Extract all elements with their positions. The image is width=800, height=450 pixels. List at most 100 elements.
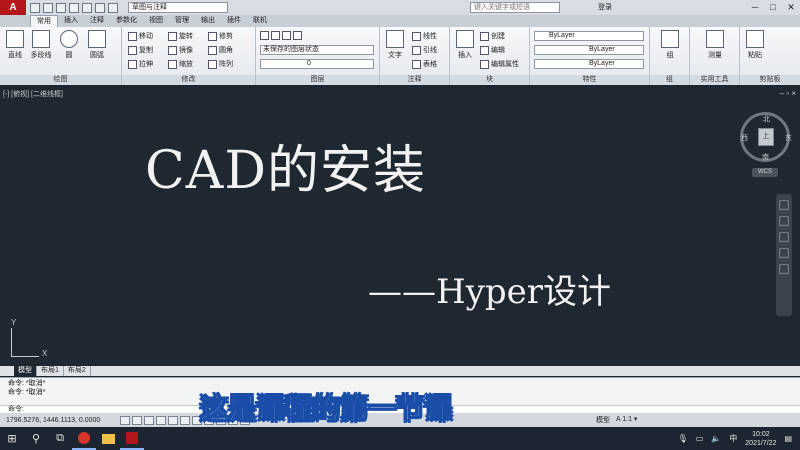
- tab-output[interactable]: 输出: [195, 15, 221, 27]
- move-tool[interactable]: 移动: [128, 31, 153, 41]
- current-layer-select[interactable]: 0: [260, 59, 374, 69]
- edit-block-tool[interactable]: 编辑: [480, 45, 505, 55]
- tab-layout2[interactable]: 布局2: [64, 366, 91, 376]
- draw-panel-title[interactable]: 绘图: [0, 75, 121, 85]
- copy-tool[interactable]: 复制: [128, 45, 153, 55]
- text-tool[interactable]: 文字: [382, 30, 408, 60]
- print-icon[interactable]: [82, 2, 92, 13]
- viewport-label[interactable]: [-] [俯视] [二维线框]: [3, 89, 63, 99]
- application-menu-button[interactable]: A: [0, 0, 26, 15]
- search-icon[interactable]: ⚲: [24, 427, 48, 450]
- save-as-icon[interactable]: [69, 2, 79, 13]
- layer-state-select[interactable]: 未保存的图层状态: [260, 45, 374, 55]
- stretch-tool[interactable]: 拉伸: [128, 59, 153, 69]
- tab-plugins[interactable]: 插件: [221, 15, 247, 27]
- zoom-icon[interactable]: [779, 232, 789, 242]
- paste-tool[interactable]: 粘贴: [742, 30, 768, 60]
- viewcube-north[interactable]: 北: [763, 114, 770, 124]
- group-panel-title[interactable]: 组: [650, 75, 689, 85]
- ortho-mode-icon[interactable]: [156, 415, 166, 425]
- infer-constraints-icon[interactable]: [120, 415, 130, 425]
- viewcube-top-face[interactable]: 上: [758, 128, 774, 146]
- edit-attributes-tool[interactable]: 编辑属性: [480, 59, 519, 69]
- group-tool[interactable]: 组: [657, 30, 683, 60]
- maximize-button[interactable]: □: [764, 0, 782, 15]
- linear-dim-tool[interactable]: 线性: [412, 31, 437, 41]
- volume-icon[interactable]: 🔈: [711, 434, 721, 443]
- workspace-select[interactable]: 草图与注释: [128, 2, 228, 13]
- polyline-tool[interactable]: 多段线: [28, 30, 54, 60]
- polar-tracking-icon[interactable]: [168, 415, 178, 425]
- tab-annotate[interactable]: 注释: [84, 15, 110, 27]
- file-explorer-icon[interactable]: [96, 427, 120, 450]
- new-icon[interactable]: [30, 2, 40, 13]
- screen-recorder-icon[interactable]: [72, 427, 96, 450]
- create-block-tool[interactable]: 创建: [480, 31, 505, 41]
- clipboard-panel-title[interactable]: 剪贴板: [740, 75, 800, 85]
- autocad-taskbar-icon[interactable]: [120, 427, 144, 450]
- circle-tool[interactable]: 圆: [56, 30, 82, 60]
- lineweight-select[interactable]: ByLayer: [534, 59, 644, 69]
- signin-link[interactable]: 登录: [598, 2, 612, 12]
- pan-icon[interactable]: [779, 216, 789, 226]
- tab-layout1[interactable]: 布局1: [37, 366, 64, 376]
- object-snap-icon[interactable]: [180, 415, 190, 425]
- network-icon[interactable]: ▭: [696, 434, 704, 443]
- arc-tool[interactable]: 圆弧: [84, 30, 110, 60]
- tab-view[interactable]: 视图: [143, 15, 169, 27]
- close-button[interactable]: ✕: [782, 0, 800, 15]
- snap-mode-icon[interactable]: [132, 415, 142, 425]
- modify-panel-title[interactable]: 修改: [122, 75, 255, 85]
- mirror-tool[interactable]: 镜像: [168, 45, 193, 55]
- model-space-button[interactable]: 模型: [596, 415, 610, 425]
- tab-online[interactable]: 联机: [247, 15, 273, 27]
- line-tool[interactable]: 直线: [2, 30, 28, 60]
- properties-panel-title[interactable]: 特性: [530, 75, 649, 85]
- minimize-button[interactable]: ─: [746, 0, 764, 15]
- clock[interactable]: 10:02 2021/7/22: [745, 430, 776, 448]
- tab-insert[interactable]: 插入: [58, 15, 84, 27]
- scale-tool[interactable]: 缩放: [168, 59, 193, 69]
- viewcube[interactable]: 北 西 东 南 上: [740, 112, 792, 162]
- undo-icon[interactable]: [95, 2, 105, 13]
- tab-model[interactable]: 模型: [14, 366, 37, 376]
- ime-indicator[interactable]: 中: [729, 433, 737, 444]
- viewcube-west[interactable]: 西: [741, 133, 748, 143]
- viewport-controls[interactable]: – ▫ ×: [780, 89, 796, 98]
- layers-panel-title[interactable]: 图层: [256, 75, 379, 85]
- annotation-panel-title[interactable]: 注释: [380, 75, 449, 85]
- layer-properties-tool[interactable]: [260, 31, 302, 40]
- open-icon[interactable]: [43, 2, 53, 13]
- tab-parametric[interactable]: 参数化: [110, 15, 143, 27]
- linetype-select[interactable]: ByLayer: [534, 45, 644, 55]
- microphone-icon[interactable]: 🎙: [678, 434, 688, 443]
- orbit-icon[interactable]: [779, 248, 789, 258]
- table-tool[interactable]: 表格: [412, 59, 437, 69]
- viewcube-east[interactable]: 东: [785, 133, 792, 143]
- measure-tool[interactable]: 测量: [702, 30, 728, 60]
- trim-tool[interactable]: 修剪: [208, 31, 233, 41]
- array-tool[interactable]: 阵列: [208, 59, 233, 69]
- notifications-icon[interactable]: ▤: [784, 434, 792, 443]
- save-icon[interactable]: [56, 2, 66, 13]
- leader-tool[interactable]: 引线: [412, 45, 437, 55]
- insert-block-tool[interactable]: 插入: [452, 30, 478, 60]
- task-view-icon[interactable]: ⧉: [48, 427, 72, 450]
- start-button[interactable]: ⊞: [0, 427, 24, 450]
- block-panel-title[interactable]: 块: [450, 75, 529, 85]
- steering-wheel-icon[interactable]: [779, 200, 789, 210]
- showmotion-icon[interactable]: [779, 264, 789, 274]
- wcs-menu[interactable]: WCS: [752, 168, 778, 177]
- tab-manage[interactable]: 管理: [169, 15, 195, 27]
- tab-home[interactable]: 常用: [30, 15, 58, 27]
- fillet-tool[interactable]: 圆角: [208, 45, 233, 55]
- annotation-scale-select[interactable]: A 1:1 ▾: [616, 415, 637, 425]
- grid-display-icon[interactable]: [144, 415, 154, 425]
- redo-icon[interactable]: [108, 2, 118, 13]
- drawing-canvas[interactable]: [-] [俯视] [二维线框] – ▫ × CAD的安装 ——Hyper设计 北…: [0, 86, 800, 366]
- viewcube-south[interactable]: 南: [762, 152, 769, 162]
- color-select[interactable]: ByLayer: [534, 31, 644, 41]
- utilities-panel-title[interactable]: 实用工具: [690, 75, 739, 85]
- rotate-tool[interactable]: 旋转: [168, 31, 193, 41]
- search-input[interactable]: 键入关键字或短语: [470, 2, 560, 13]
